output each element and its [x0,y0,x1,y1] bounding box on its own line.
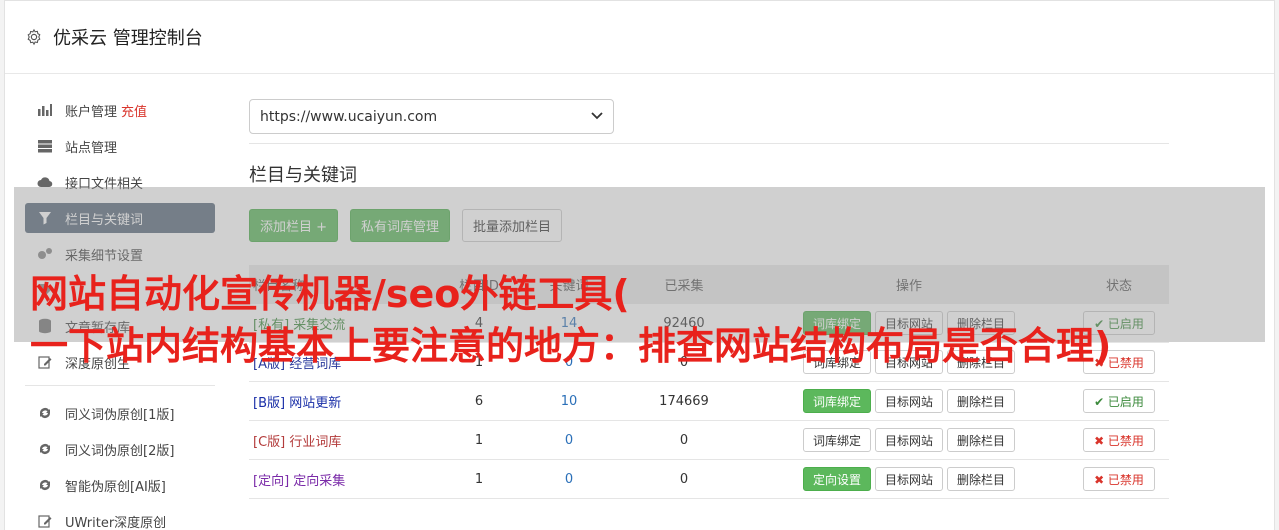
column-id: 1 [474,432,484,448]
sidebar-item-label: UWriter深度原创 [65,515,167,530]
refresh-icon [37,405,53,421]
sidebar-item-sites[interactable]: 站点管理 [25,131,215,161]
bind-lexicon-button[interactable]: 定向设置 [802,467,871,491]
site-select[interactable]: https://www.ucaiyun.com [249,99,614,134]
card-header: 优采云 管理控制台 [5,1,1274,74]
status-toggle[interactable]: ✔ 已启用 [1083,389,1155,413]
sidebar-item-account[interactable]: 账户管理 充值 [25,95,215,125]
collected-count: 174669 [659,393,709,409]
recharge-link[interactable]: 充值 [121,101,147,120]
delete-column-button[interactable]: 删除栏目 [947,467,1016,491]
bind-lexicon-button[interactable]: 词库绑定 [802,428,871,452]
column-title: 定向采集 [293,473,346,489]
delete-column-button[interactable]: 删除栏目 [947,428,1016,452]
column-title: 行业词库 [289,434,342,450]
sidebar-item-label: 同义词伪原创[2版] [65,443,175,459]
overlay-headline: 网站自动化宣传机器/seo外链工具( 一下站内结构基本上要注意的地方：排查网站结… [30,268,1270,372]
refresh-icon [37,477,53,493]
row-actions: 词库绑定 目标网站 删除栏目 [749,428,1069,452]
table-row: [定向] 定向采集 1 0 0 定向设置 目标网站 删除栏目 ✖ 已禁用 [249,460,1169,499]
sidebar-item-synonym-v1[interactable]: 同义词伪原创[1版] [25,398,215,428]
sidebar-item-label: 同义词伪原创[1版] [65,407,175,423]
table-row: [B版] 网站更新 6 10 174669 词库绑定 目标网站 删除栏目 ✔ 已启用 [249,382,1169,421]
status-cell: ✖ 已禁用 [1069,467,1169,491]
bar-chart-icon [37,102,53,118]
column-tag: [C版] [253,434,286,450]
edit-icon [37,513,53,529]
column-id: 1 [474,471,484,487]
server-icon [37,138,53,154]
sidebar-item-label: 账户管理 [65,104,118,120]
bind-lexicon-button[interactable]: 词库绑定 [802,389,871,413]
table-row: [C版] 行业词库 1 0 0 词库绑定 目标网站 删除栏目 ✖ 已禁用 [249,421,1169,460]
column-tag: [定向] [253,473,290,489]
gear-icon [27,28,41,46]
section-title: 栏目与关键词 [249,165,357,186]
keyword-count[interactable]: 0 [519,472,619,487]
collected-count: 0 [679,432,689,448]
target-site-button[interactable]: 目标网站 [874,467,943,491]
row-actions: 定向设置 目标网站 删除栏目 [749,467,1069,491]
target-site-button[interactable]: 目标网站 [874,389,943,413]
page-title: 优采云 管理控制台 [53,28,203,49]
refresh-icon [37,441,53,457]
sidebar-item-label: 站点管理 [65,140,118,156]
column-tag: [B版] [253,395,286,411]
overlay-line-1: 网站自动化宣传机器/seo外链工具( [30,272,630,316]
collected-count: 0 [679,471,689,487]
divider [249,143,1169,144]
delete-column-button[interactable]: 删除栏目 [947,389,1016,413]
main-content: https://www.ucaiyun.com 栏目与关键词 添加栏目 + 私有… [249,99,1169,499]
site-select-value: https://www.ucaiyun.com [260,108,438,125]
column-name[interactable]: [定向] 定向采集 [249,470,439,489]
row-actions: 词库绑定 目标网站 删除栏目 [749,389,1069,413]
status-cell: ✖ 已禁用 [1069,428,1169,452]
sidebar-item-uwriter[interactable]: UWriter深度原创 [25,506,215,530]
chevron-down-icon [591,110,603,123]
column-id: 6 [474,393,484,409]
sidebar-divider [25,385,215,386]
column-name[interactable]: [B版] 网站更新 [249,392,439,411]
column-name[interactable]: [C版] 行业词库 [249,431,439,450]
overlay-line-2: 一下站内结构基本上要注意的地方：排查网站结构布局是否合理) [30,324,1112,368]
status-toggle[interactable]: ✖ 已禁用 [1083,428,1155,452]
target-site-button[interactable]: 目标网站 [874,428,943,452]
column-title: 网站更新 [289,395,342,411]
sidebar-item-label: 智能伪原创[AI版] [65,479,166,495]
keyword-count[interactable]: 0 [519,433,619,448]
sidebar-item-synonym-v2[interactable]: 同义词伪原创[2版] [25,434,215,464]
status-toggle[interactable]: ✖ 已禁用 [1083,467,1155,491]
keyword-count[interactable]: 10 [519,394,619,409]
sidebar-item-ai-original[interactable]: 智能伪原创[AI版] [25,470,215,500]
status-cell: ✔ 已启用 [1069,389,1169,413]
